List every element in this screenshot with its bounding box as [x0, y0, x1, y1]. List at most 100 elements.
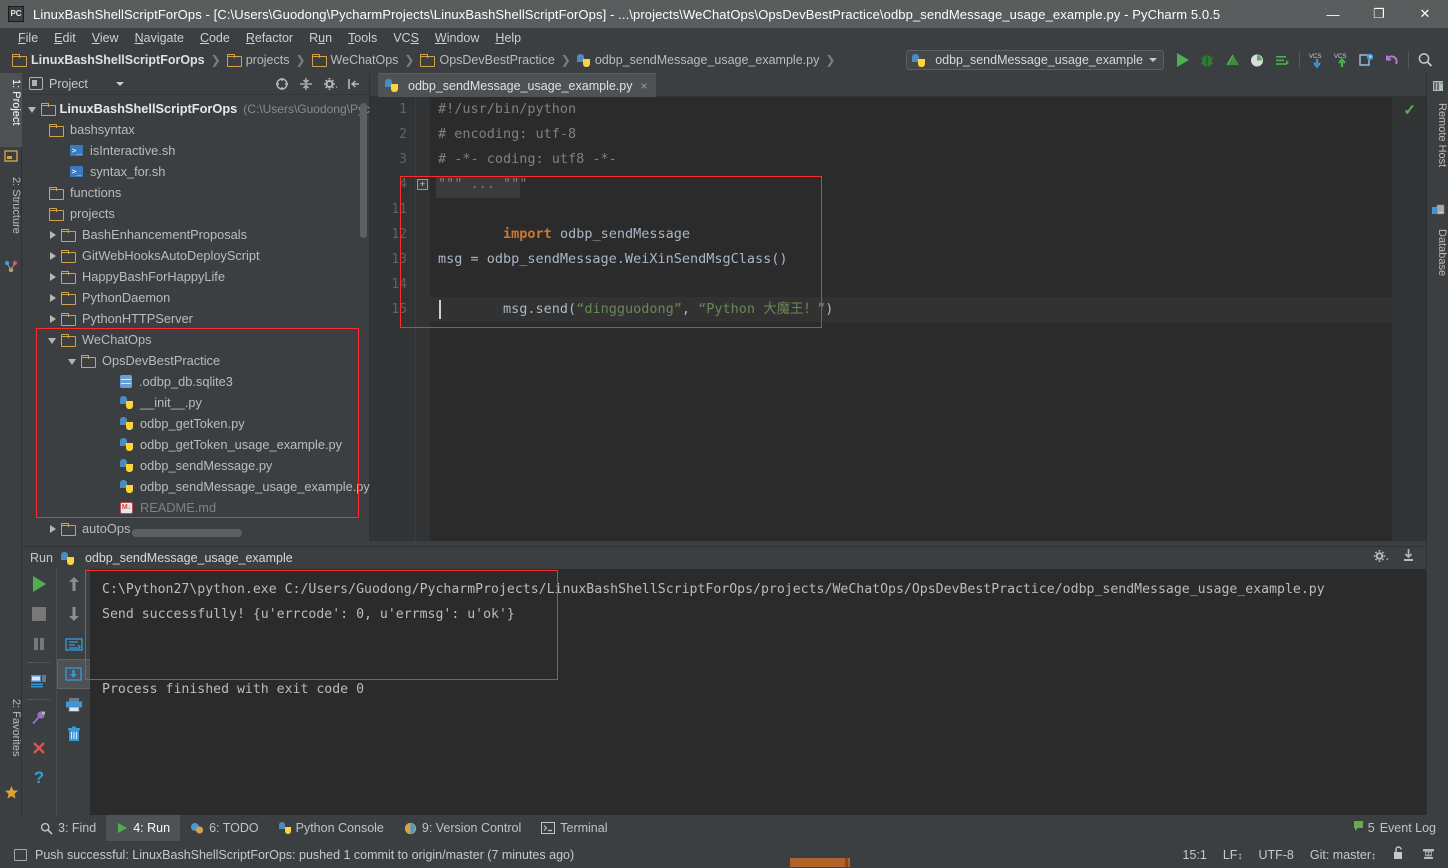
- rerun-button[interactable]: [22, 569, 56, 599]
- update-project-button[interactable]: [1354, 48, 1379, 72]
- git-branch[interactable]: Git: master↕: [1310, 848, 1376, 862]
- editor-code-area[interactable]: #!/usr/bin/python # encoding: utf-8 # -*…: [430, 97, 1392, 541]
- debug-button[interactable]: [1195, 48, 1220, 72]
- tree-item-happybashforhappylife[interactable]: HappyBashForHappyLife: [22, 266, 370, 287]
- down-arrow-button[interactable]: [57, 599, 91, 629]
- project-tree-vertical-scrollbar[interactable]: [360, 103, 367, 238]
- editor-tab-odbp-sendmessage-usage-example[interactable]: odbp_sendMessage_usage_example.py ×: [378, 73, 656, 97]
- sidebar-item-structure[interactable]: 2: Structure: [0, 171, 22, 255]
- tree-item-root[interactable]: LinuxBashShellScriptForOps (C:\Users\Guo…: [22, 98, 370, 119]
- tree-item-isinteractive-sh[interactable]: >_ isInteractive.sh: [22, 140, 370, 161]
- clear-all-button[interactable]: [57, 719, 91, 749]
- tab-python-console[interactable]: Python Console: [269, 815, 394, 841]
- menu-refactor[interactable]: Refactor: [238, 30, 301, 46]
- tab-terminal[interactable]: Terminal: [531, 815, 617, 841]
- menu-run[interactable]: Run: [301, 30, 340, 46]
- tree-item-wechatops[interactable]: WeChatOps: [22, 329, 370, 350]
- tree-item-readme-md[interactable]: M↓ README.md: [22, 497, 370, 518]
- chevron-right-icon[interactable]: [48, 524, 58, 534]
- search-everywhere-button[interactable]: [1413, 48, 1438, 72]
- event-log-button[interactable]: 5 Event Log: [1353, 815, 1436, 841]
- tree-item-pythondaemon[interactable]: PythonDaemon: [22, 287, 370, 308]
- chevron-down-icon[interactable]: [68, 356, 78, 366]
- print-output-button[interactable]: [57, 689, 91, 719]
- tab-todo[interactable]: 6: TODO: [180, 815, 269, 841]
- chevron-right-icon[interactable]: [48, 230, 58, 240]
- collapse-all-icon[interactable]: [299, 77, 313, 91]
- hector-icon[interactable]: [1421, 846, 1436, 864]
- run-console-output[interactable]: C:\Python27\python.exe C:/Users/Guodong/…: [90, 569, 1426, 816]
- project-tree[interactable]: LinuxBashShellScriptForOps (C:\Users\Guo…: [22, 95, 370, 541]
- tree-item-opsdevbestpractice[interactable]: OpsDevBestPractice: [22, 350, 370, 371]
- menu-file[interactable]: File: [10, 30, 46, 46]
- soft-wrap-button[interactable]: [57, 629, 91, 659]
- line-separator[interactable]: LF↕: [1223, 848, 1243, 862]
- help-button[interactable]: ?: [22, 763, 56, 793]
- file-encoding[interactable]: UTF-8: [1258, 848, 1293, 862]
- attach-to-process-button[interactable]: [1270, 48, 1295, 72]
- menu-window[interactable]: Window: [427, 30, 487, 46]
- pin-button[interactable]: [22, 703, 56, 733]
- menu-navigate[interactable]: Navigate: [127, 30, 192, 46]
- chevron-right-icon[interactable]: [48, 272, 58, 282]
- tree-item-init-py[interactable]: __init__.py: [22, 392, 370, 413]
- sidebar-item-project[interactable]: 1: Project: [0, 73, 22, 147]
- breadcrumb-item-opsdevbestpractice[interactable]: OpsDevBestPractice ❯: [420, 53, 576, 67]
- code-editor[interactable]: 1 2 3 4 11 12 13 14 15 + #!/usr/bin/pyth…: [370, 97, 1426, 541]
- ok-check-icon[interactable]: ✓: [1403, 101, 1416, 119]
- breadcrumb-item-file[interactable]: odbp_sendMessage_usage_example.py ❯: [577, 53, 842, 67]
- close-icon[interactable]: ×: [640, 79, 647, 93]
- run-button[interactable]: [1170, 48, 1195, 72]
- tree-item-syntax-for-sh[interactable]: >_ syntax_for.sh: [22, 161, 370, 182]
- tree-item-gitwebhooksautodeployscript[interactable]: GitWebHooksAutoDeployScript: [22, 245, 370, 266]
- chevron-right-icon[interactable]: [48, 293, 58, 303]
- chevron-right-icon[interactable]: [48, 251, 58, 261]
- breadcrumb-item-projects[interactable]: projects ❯: [227, 53, 312, 67]
- minimize-button[interactable]: —: [1310, 0, 1356, 28]
- gear-icon[interactable]: [1373, 549, 1389, 568]
- pause-button[interactable]: [22, 629, 56, 659]
- export-icon[interactable]: [1401, 548, 1416, 568]
- rollback-button[interactable]: [1379, 48, 1404, 72]
- up-arrow-button[interactable]: [57, 569, 91, 599]
- maximize-button[interactable]: ❐: [1356, 0, 1402, 28]
- menu-code[interactable]: Code: [192, 30, 238, 46]
- chevron-down-icon[interactable]: [116, 82, 124, 86]
- sidebar-item-database[interactable]: Database: [1426, 223, 1448, 295]
- tree-item-functions[interactable]: functions: [22, 182, 370, 203]
- caret-position[interactable]: 15:1: [1183, 848, 1207, 862]
- breadcrumb-item-wechatops[interactable]: WeChatOps ❯: [312, 53, 421, 67]
- scroll-to-end-button[interactable]: [57, 659, 91, 689]
- menu-vcs[interactable]: VCS: [385, 30, 427, 46]
- tab-version-control[interactable]: 9: Version Control: [394, 815, 531, 841]
- tree-item-bashsyntax[interactable]: bashsyntax: [22, 119, 370, 140]
- project-tree-horizontal-scrollbar[interactable]: [132, 529, 242, 537]
- breadcrumb-item-project[interactable]: LinuxBashShellScriptForOps ❯: [12, 53, 227, 67]
- vcs-commit-button[interactable]: VCS: [1329, 48, 1354, 72]
- tab-find[interactable]: 3: Find: [30, 815, 106, 841]
- run-with-coverage-button[interactable]: [1220, 48, 1245, 72]
- tree-item-odbp-db-sqlite3[interactable]: .odbp_db.sqlite3: [22, 371, 370, 392]
- tree-item-projects[interactable]: projects: [22, 203, 370, 224]
- tree-item-odbp-sendmessage-usage-example-py[interactable]: odbp_sendMessage_usage_example.py: [22, 476, 370, 497]
- chevron-down-icon[interactable]: [28, 104, 38, 114]
- editor-fold-gutter[interactable]: +: [416, 97, 430, 541]
- print-button[interactable]: [22, 666, 56, 696]
- tree-item-odbp-gettoken-usage-example-py[interactable]: odbp_getToken_usage_example.py: [22, 434, 370, 455]
- menu-view[interactable]: View: [84, 30, 127, 46]
- tree-item-bashenhancementproposals[interactable]: BashEnhancementProposals: [22, 224, 370, 245]
- sidebar-item-remote-host[interactable]: Remote Host: [1426, 97, 1448, 189]
- scroll-from-source-icon[interactable]: [275, 77, 289, 91]
- code-line-4-folded[interactable]: """ ... """: [438, 172, 527, 197]
- sidebar-item-favorites[interactable]: 2: Favorites: [0, 693, 22, 781]
- close-button[interactable]: [22, 733, 56, 763]
- tree-item-odbp-gettoken-py[interactable]: odbp_getToken.py: [22, 413, 370, 434]
- chevron-down-icon[interactable]: [48, 335, 58, 345]
- fold-expand-icon[interactable]: +: [417, 179, 428, 190]
- tree-item-pythonhttpserver[interactable]: PythonHTTPServer: [22, 308, 370, 329]
- settings-gear-icon[interactable]: [323, 77, 337, 91]
- run-configuration-selector[interactable]: odbp_sendMessage_usage_example: [906, 50, 1164, 70]
- editor-marker-gutter[interactable]: ✓: [1392, 97, 1426, 541]
- menu-edit[interactable]: Edit: [46, 30, 84, 46]
- stop-button[interactable]: [22, 599, 56, 629]
